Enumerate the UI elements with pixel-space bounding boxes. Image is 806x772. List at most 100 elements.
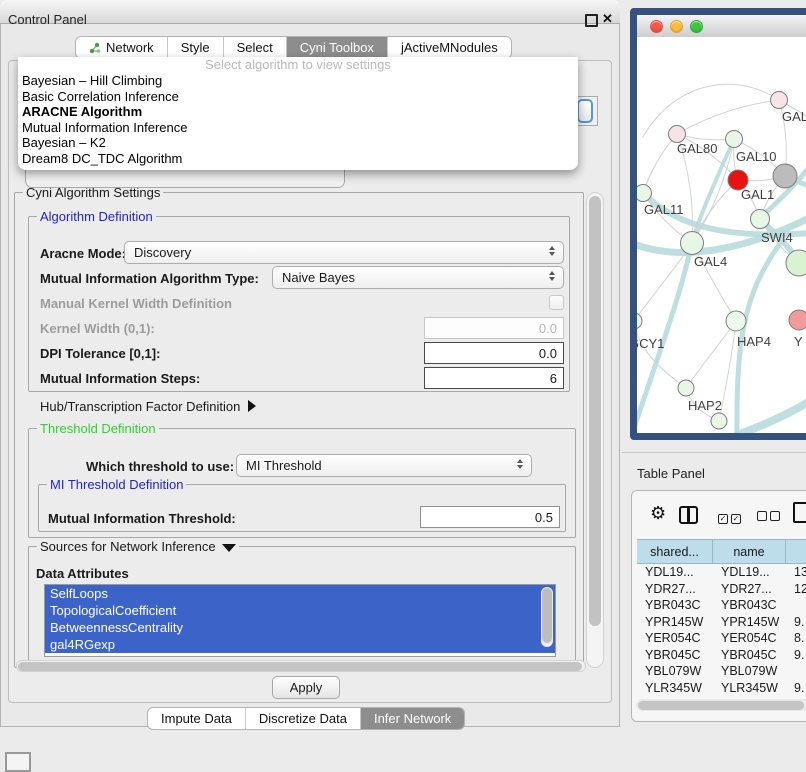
table-row[interactable]: YBR043CYBR043C bbox=[637, 597, 806, 614]
which-threshold-label: Which threshold to use: bbox=[86, 459, 234, 474]
network-edge bbox=[643, 84, 779, 137]
data-attribute-item[interactable]: BetweennessCentrality bbox=[45, 619, 555, 636]
checked-pair-icon[interactable]: ✓✓ bbox=[718, 508, 744, 526]
table-cell: YLR345W bbox=[637, 681, 713, 695]
bottom-tab-infer-network[interactable]: Infer Network bbox=[360, 708, 464, 729]
bottom-tab-discretize-data[interactable]: Discretize Data bbox=[245, 708, 360, 729]
list-scrollbar-track[interactable] bbox=[541, 587, 553, 647]
table-cell: YLR345W bbox=[713, 681, 786, 695]
column-header-shared[interactable]: shared... bbox=[637, 540, 713, 563]
mi-steps-value: 6 bbox=[550, 371, 557, 386]
network-node-label: SWI4 bbox=[761, 230, 793, 245]
collapse-down-icon[interactable] bbox=[222, 544, 236, 552]
unchecked-pair-icon[interactable] bbox=[757, 508, 783, 526]
network-window-titlebar[interactable] bbox=[637, 15, 806, 38]
table-row[interactable]: YPR145WYPR145W9. bbox=[637, 614, 806, 631]
table-horizontal-scrollbar-track[interactable] bbox=[636, 699, 806, 711]
data-attribute-item[interactable]: gal4RGexp bbox=[45, 636, 555, 653]
algorithm-option[interactable]: Mutual Information Inference bbox=[18, 120, 578, 136]
network-node-gal11[interactable] bbox=[635, 185, 652, 202]
network-node[interactable] bbox=[711, 413, 727, 429]
hub-definition-label: Hub/Transcription Factor Definition bbox=[40, 399, 240, 414]
data-attribute-item[interactable]: TopologicalCoefficient bbox=[45, 602, 555, 619]
tab-select[interactable]: Select bbox=[223, 37, 286, 58]
mi-threshold-field[interactable]: 0.5 bbox=[420, 506, 560, 528]
network-canvas[interactable]: GALGAL80GAL10GAL1GAL11SWI4GAL4GCY1HAP4YH… bbox=[637, 37, 806, 433]
sources-title-row[interactable]: Sources for Network Inference bbox=[37, 539, 239, 554]
table-cell: YBR043C bbox=[637, 598, 713, 612]
network-node-gal80[interactable] bbox=[669, 126, 686, 143]
algorithm-option[interactable]: Bayesian – K2 bbox=[18, 135, 578, 151]
table-row[interactable]: YBR045CYBR045C9. bbox=[637, 647, 806, 664]
tab-cyni-toolbox[interactable]: Cyni Toolbox bbox=[286, 37, 387, 58]
bottom-tab-label: Discretize Data bbox=[259, 711, 347, 726]
document-icon[interactable] bbox=[793, 502, 806, 523]
settings-vertical-scrollbar-thumb[interactable] bbox=[589, 196, 601, 626]
network-node-label: Y bbox=[794, 334, 803, 349]
dpi-tolerance-field[interactable]: 0.0 bbox=[424, 342, 564, 364]
control-panel-titlebar[interactable] bbox=[0, 0, 620, 24]
gear-icon[interactable]: ⚙ bbox=[650, 503, 666, 524]
split-columns-icon[interactable] bbox=[679, 506, 698, 524]
table-cell: YBR045C bbox=[713, 648, 786, 662]
table-body: YDL19...YDL19...13YDR27...YDR27...12YBR0… bbox=[637, 564, 806, 708]
network-node[interactable] bbox=[786, 250, 806, 276]
network-node[interactable] bbox=[773, 164, 797, 188]
bottom-tab-label: Infer Network bbox=[374, 711, 451, 726]
algorithm-option[interactable]: Basic Correlation Inference bbox=[18, 89, 578, 105]
network-node-hap2[interactable] bbox=[678, 380, 694, 396]
dpi-tolerance-label: DPI Tolerance [0,1]: bbox=[40, 346, 160, 361]
manual-kernel-width-checkbox[interactable] bbox=[549, 295, 564, 310]
table-row[interactable]: YDR27...YDR27...12 bbox=[637, 581, 806, 598]
expand-right-icon[interactable] bbox=[248, 400, 256, 412]
focused-combo-button[interactable] bbox=[577, 99, 593, 123]
table-row[interactable]: YER054CYER054C8. bbox=[637, 630, 806, 647]
list-scrollbar-thumb[interactable] bbox=[542, 588, 552, 643]
mi-steps-label: Mutual Information Steps: bbox=[40, 371, 200, 386]
network-node-label: GAL11 bbox=[644, 202, 684, 217]
network-node-gal[interactable] bbox=[771, 92, 788, 109]
table-horizontal-scrollbar-thumb[interactable] bbox=[638, 701, 804, 710]
data-attribute-item[interactable]: SelfLoops bbox=[45, 585, 555, 602]
tab-network[interactable]: Network bbox=[76, 37, 167, 58]
close-icon[interactable]: ✕ bbox=[602, 11, 613, 27]
mi-steps-field[interactable]: 6 bbox=[424, 367, 564, 389]
mi-algorithm-type-select[interactable]: Naive Bayes bbox=[272, 266, 564, 289]
table-cell: 9. bbox=[786, 615, 806, 629]
minimized-panel-icon[interactable] bbox=[5, 752, 31, 772]
apply-button[interactable]: Apply bbox=[272, 676, 340, 699]
tab-label: Style bbox=[181, 40, 210, 55]
table-row[interactable]: YDL19...YDL19...13 bbox=[637, 564, 806, 581]
network-node-gal10[interactable] bbox=[726, 131, 743, 148]
tab-jactivemnodules[interactable]: jActiveMNodules bbox=[387, 37, 511, 58]
algorithm-option[interactable]: Bayesian – Hill Climbing bbox=[18, 73, 578, 89]
kernel-width-field[interactable]: 0.0 bbox=[424, 317, 564, 339]
network-node-gal4[interactable] bbox=[681, 232, 704, 255]
network-node-label: GAL80 bbox=[677, 141, 717, 156]
table-cell: YDR27... bbox=[637, 582, 713, 596]
minimize-traffic-light[interactable] bbox=[670, 20, 683, 33]
network-node-gcy1[interactable] bbox=[630, 313, 642, 329]
table-row[interactable]: YLR345WYLR345W9. bbox=[637, 680, 806, 697]
float-window-icon[interactable] bbox=[585, 14, 598, 27]
algorithm-option[interactable]: ARACNE Algorithm bbox=[18, 104, 578, 120]
network-node-swi4[interactable] bbox=[751, 210, 770, 229]
bottom-tab-impute-data[interactable]: Impute Data bbox=[148, 708, 245, 729]
close-traffic-light[interactable] bbox=[650, 20, 663, 33]
algorithm-dropdown-popup: Select algorithm to view settings Bayesi… bbox=[18, 57, 578, 170]
settings-horizontal-scrollbar-thumb[interactable] bbox=[18, 662, 582, 671]
algorithm-option[interactable]: Dream8 DC_TDC Algorithm bbox=[18, 151, 578, 167]
table-row[interactable]: YBL079WYBL079W bbox=[637, 663, 806, 680]
network-node-y[interactable] bbox=[789, 310, 806, 330]
hub-definition-toggle[interactable]: Hub/Transcription Factor Definition bbox=[40, 399, 256, 414]
column-header-name[interactable]: name bbox=[713, 540, 786, 563]
table-cell: 9. bbox=[786, 648, 806, 662]
which-threshold-select[interactable]: MI Threshold bbox=[236, 454, 532, 477]
data-attributes-list[interactable]: SelfLoopsTopologicalCoefficientBetweenne… bbox=[44, 584, 556, 657]
zoom-traffic-light[interactable] bbox=[690, 20, 703, 33]
aracne-mode-select[interactable]: Discovery bbox=[124, 241, 564, 264]
tab-style[interactable]: Style bbox=[167, 37, 223, 58]
network-node-hap4[interactable] bbox=[726, 311, 746, 331]
column-header-a[interactable]: A bbox=[786, 540, 806, 563]
table-cell: YDL19... bbox=[713, 565, 786, 579]
